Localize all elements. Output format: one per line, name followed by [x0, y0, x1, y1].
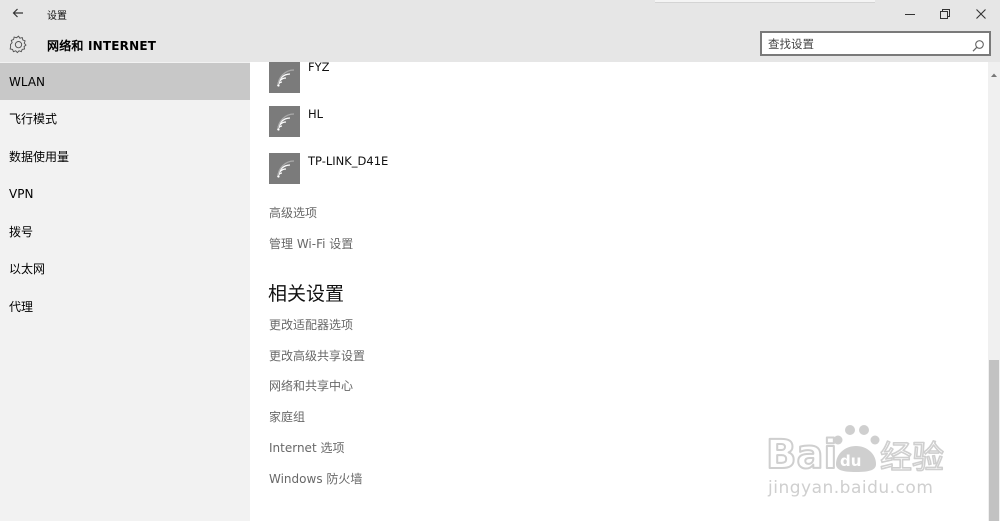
sidebar-item-vpn[interactable]: VPN: [0, 175, 250, 212]
restore-button[interactable]: [928, 0, 962, 27]
sidebar-item-data-usage[interactable]: 数据使用量: [0, 138, 250, 175]
sidebar-item-dial-up[interactable]: 拨号: [0, 213, 250, 250]
close-icon: [976, 4, 986, 23]
network-name: HL: [308, 107, 324, 121]
scroll-up-arrow-icon[interactable]: [990, 64, 998, 77]
gear-icon: [8, 34, 29, 55]
settings-window: 设置 网络和 INTERNET 查找设置 WLAN 飞行模式 数据使用量 VPN…: [0, 0, 1000, 521]
close-button[interactable]: [964, 0, 998, 27]
change-adapter-options-link[interactable]: 更改适配器选项: [269, 316, 353, 333]
network-sharing-center-link[interactable]: 网络和共享中心: [269, 377, 353, 394]
sidebar-item-proxy[interactable]: 代理: [0, 288, 250, 325]
network-name: FYZ: [308, 62, 330, 74]
sidebar-item-ethernet[interactable]: 以太网: [0, 250, 250, 287]
network-item-hl[interactable]: HL: [269, 106, 689, 140]
app-title: 设置: [47, 11, 67, 22]
internet-options-link[interactable]: Internet 选项: [269, 439, 344, 456]
network-name: TP-LINK_D41E: [308, 154, 389, 168]
main-content: FYZ HL TP-LINK_D41E 高级选项 管理 Wi-Fi 设置 相关设…: [250, 62, 988, 521]
window-edge-strip: [655, 0, 875, 3]
title-bar: 设置: [0, 0, 1000, 27]
minimize-button[interactable]: [893, 0, 927, 27]
sidebar: WLAN 飞行模式 数据使用量 VPN 拨号 以太网 代理: [0, 62, 250, 521]
change-advanced-sharing-link[interactable]: 更改高级共享设置: [269, 347, 365, 364]
search-input[interactable]: [768, 36, 963, 52]
homegroup-link[interactable]: 家庭组: [269, 408, 305, 425]
page-header: 网络和 INTERNET: [0, 27, 1000, 62]
minimize-icon: [905, 4, 915, 23]
manage-wifi-settings-link[interactable]: 管理 Wi-Fi 设置: [269, 235, 353, 252]
back-button[interactable]: [6, 3, 30, 23]
sidebar-item-wlan[interactable]: WLAN: [0, 63, 250, 100]
windows-firewall-link[interactable]: Windows 防火墙: [269, 470, 362, 487]
wifi-signal-icon: [269, 62, 300, 93]
restore-icon: [940, 4, 950, 23]
network-item-fyz[interactable]: FYZ: [269, 62, 689, 96]
vertical-scrollbar[interactable]: [988, 62, 1000, 521]
wifi-signal-icon: [269, 153, 300, 184]
related-settings-heading: 相关设置: [268, 283, 345, 305]
page-title: 网络和 INTERNET: [47, 39, 157, 53]
search-icon[interactable]: [972, 37, 985, 52]
back-arrow-icon: [12, 4, 24, 23]
network-item-tp-link-d41e[interactable]: TP-LINK_D41E: [269, 153, 689, 187]
wifi-signal-icon: [269, 106, 300, 137]
search-box[interactable]: [760, 31, 991, 56]
sidebar-item-airplane-mode[interactable]: 飞行模式: [0, 100, 250, 137]
advanced-options-link[interactable]: 高级选项: [269, 204, 317, 221]
scrollbar-thumb[interactable]: [989, 360, 999, 521]
